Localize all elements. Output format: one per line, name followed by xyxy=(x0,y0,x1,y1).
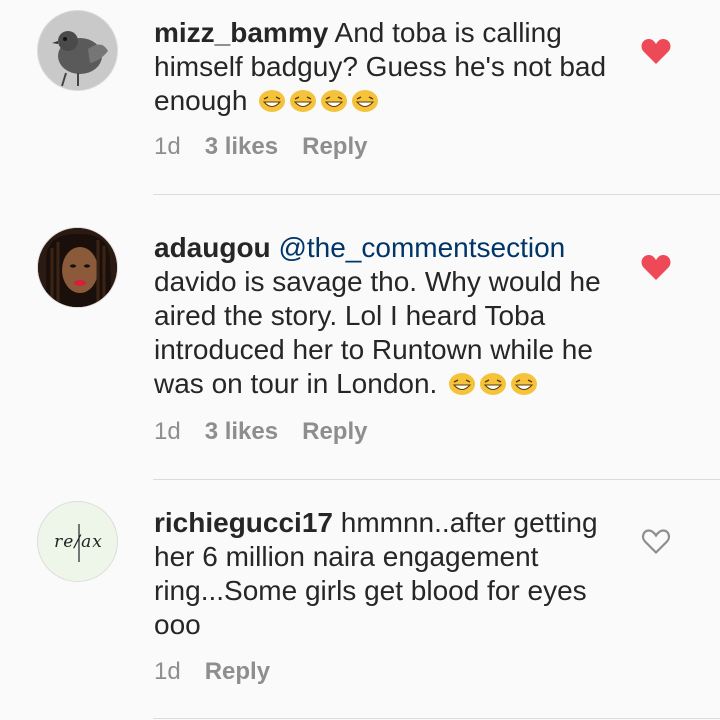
comment-age: 1d xyxy=(154,658,181,685)
comment-username[interactable]: mizz_bammy xyxy=(154,17,328,48)
comment-meta: 1d Reply xyxy=(154,658,270,686)
comment-meta: 1d 3 likes Reply xyxy=(154,418,367,446)
grinning-squinting-face-icon xyxy=(480,373,507,395)
grinning-squinting-face-icon xyxy=(511,373,538,395)
comment-body: adaugou @the_commentsection davido is sa… xyxy=(154,231,624,401)
grinning-squinting-face-icon xyxy=(449,373,476,395)
comment-item: mizz_bammy And toba is calling himself b… xyxy=(0,0,720,195)
likes-count-button[interactable]: 3 likes xyxy=(205,418,278,446)
comment-item: re/ax richiegucci17 hmmnn..after getting… xyxy=(0,480,720,720)
emoji-group xyxy=(437,368,538,399)
comment-age: 1d xyxy=(154,418,181,445)
mention-link[interactable]: @the_commentsection xyxy=(278,232,565,263)
grinning-squinting-face-icon xyxy=(321,90,348,112)
avatar[interactable] xyxy=(37,227,118,308)
emoji-group xyxy=(247,85,379,116)
comment-username[interactable]: richiegucci17 xyxy=(154,507,333,538)
comment-body: richiegucci17 hmmnn..after getting her 6… xyxy=(154,506,624,642)
comment-age: 1d xyxy=(154,133,181,160)
avatar[interactable] xyxy=(37,10,118,91)
divider xyxy=(153,718,720,719)
heart-filled-icon[interactable] xyxy=(640,36,672,66)
pigeon-avatar-image xyxy=(38,11,117,90)
grinning-squinting-face-icon xyxy=(290,90,317,112)
comment-meta: 1d 3 likes Reply xyxy=(154,133,367,161)
comment-item: adaugou @the_commentsection davido is sa… xyxy=(0,195,720,480)
likes-count-button[interactable]: 3 likes xyxy=(205,133,278,161)
reply-button[interactable]: Reply xyxy=(302,133,367,161)
comment-body: mizz_bammy And toba is calling himself b… xyxy=(154,16,624,118)
grinning-squinting-face-icon xyxy=(352,90,379,112)
heart-outline-icon[interactable] xyxy=(640,526,672,556)
reply-button[interactable]: Reply xyxy=(205,658,270,686)
heart-filled-icon[interactable] xyxy=(640,252,672,282)
avatar-logo-text: re/ax xyxy=(54,532,103,552)
grinning-squinting-face-icon xyxy=(259,90,286,112)
reply-button[interactable]: Reply xyxy=(302,418,367,446)
woman-portrait-avatar-image xyxy=(38,228,117,307)
comment-username[interactable]: adaugou xyxy=(154,232,271,263)
avatar[interactable]: re/ax xyxy=(37,501,118,582)
